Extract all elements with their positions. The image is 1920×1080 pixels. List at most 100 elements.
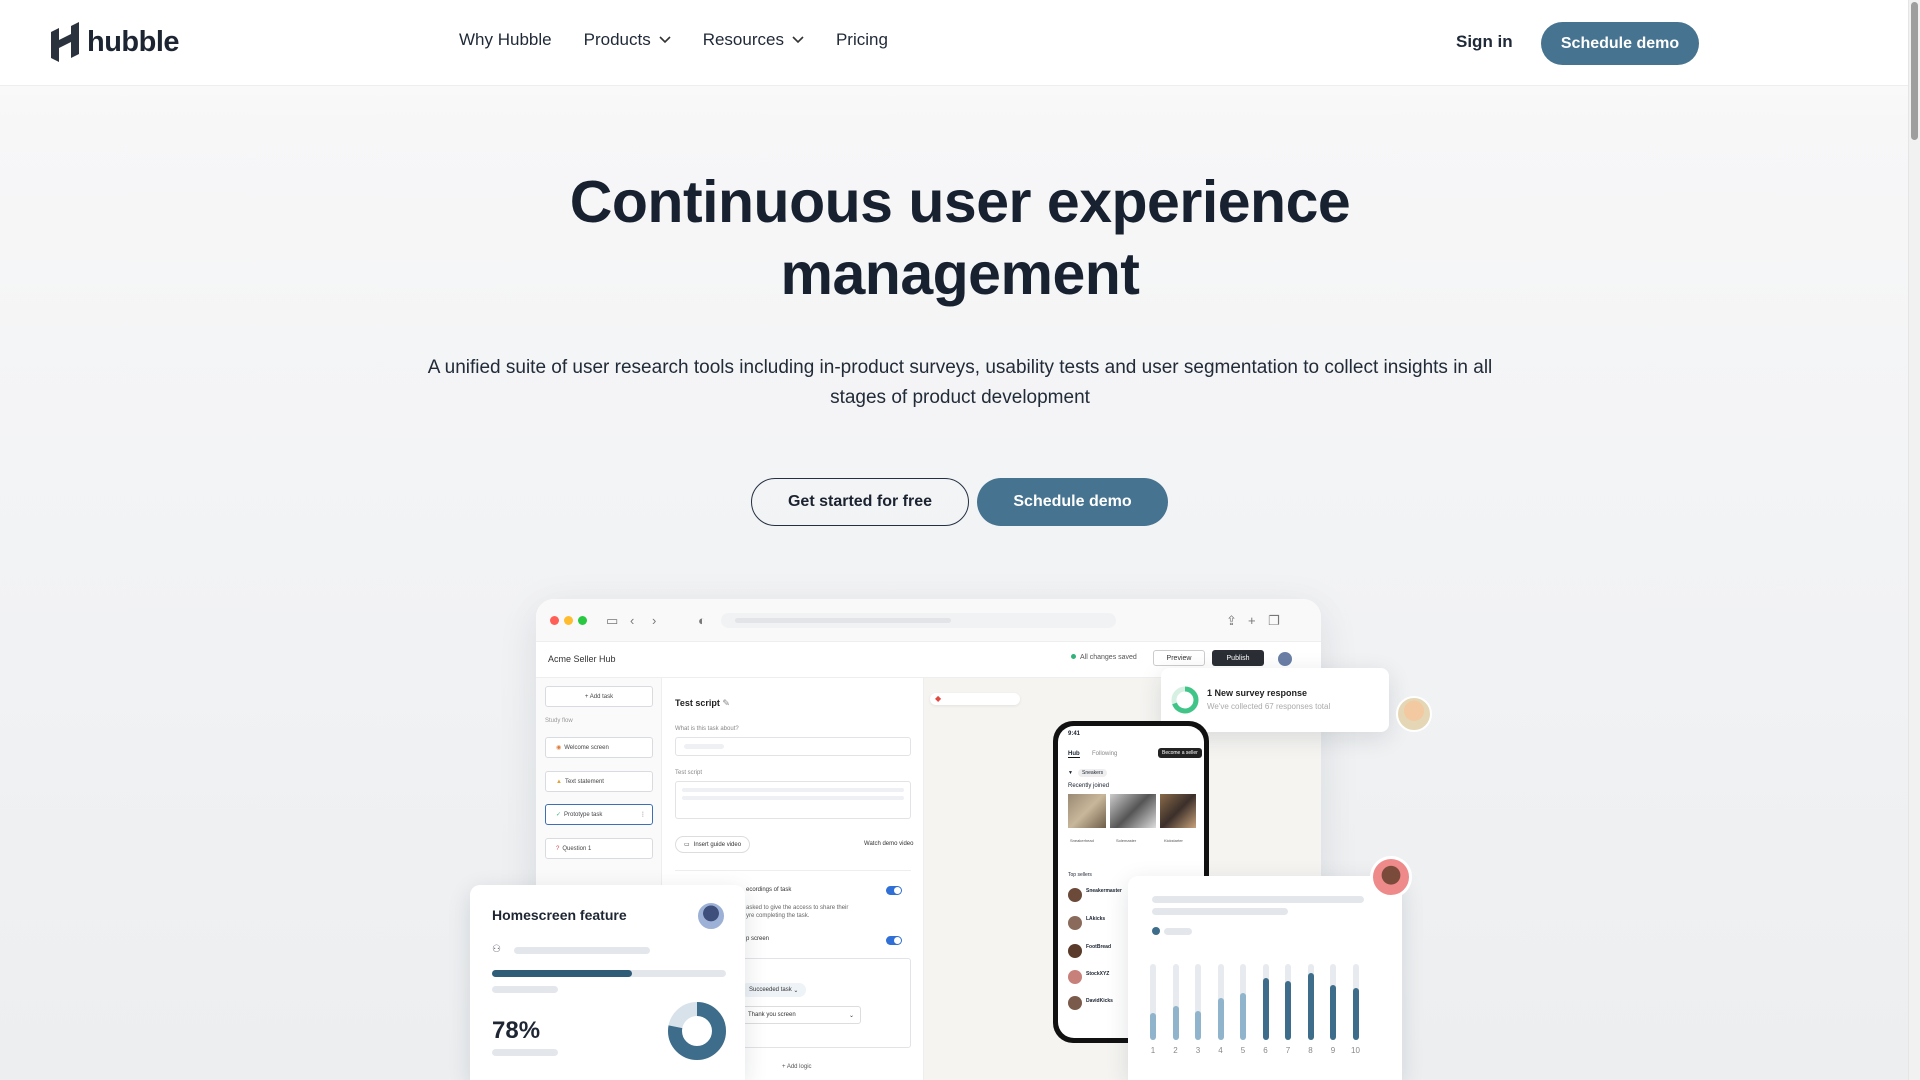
question-label: What is this task about? (675, 726, 739, 732)
joined-name: Solemaster (1116, 838, 1137, 843)
maximize-dot (578, 616, 587, 625)
become-seller-button: Become a seller (1158, 748, 1202, 758)
task-welcome-screen: ◉ Welcome screen (545, 737, 653, 758)
avatar (1396, 696, 1432, 732)
shield-icon: ◐ (698, 613, 706, 628)
seller-avatar (1068, 996, 1082, 1010)
hero-title-line2: management (780, 241, 1140, 307)
nav-pricing[interactable]: Pricing (836, 30, 888, 50)
watch-demo-link: Watch demo video (864, 841, 914, 847)
publish-button: Publish (1212, 650, 1264, 666)
feature-percent: 78% (492, 1017, 541, 1044)
phone-tab-hub: Hub (1068, 751, 1080, 758)
product-image (1160, 794, 1196, 828)
seller-avatar (1068, 916, 1082, 930)
recordings-text: ecordings of task (746, 887, 792, 893)
seller-name: Sneakermaster (1086, 888, 1122, 894)
task-prototype: ✓ Prototype task ⋮ (545, 804, 653, 825)
sign-in-link[interactable]: Sign in (1456, 32, 1513, 52)
x-tick-label: 6 (1263, 1046, 1268, 1055)
seller-name: LAkicks (1086, 916, 1106, 922)
preview-button: Preview (1153, 650, 1205, 666)
avatar (696, 901, 726, 931)
joined-name: Kickstarter (1164, 838, 1183, 843)
bar-5 (1240, 992, 1246, 1040)
feature-card-title: Homescreen feature (492, 907, 627, 923)
scrollbar-thumb[interactable] (1911, 2, 1918, 140)
bar-3 (1195, 1011, 1201, 1040)
editor-title: Test script ✎ (675, 698, 730, 708)
nav-why-hubble[interactable]: Why Hubble (459, 30, 552, 50)
x-tick-label: 1 (1150, 1046, 1156, 1055)
saved-status: All changes saved (1071, 654, 1137, 661)
bar-9 (1330, 985, 1336, 1040)
filter-chip: Sneakers (1078, 769, 1108, 777)
joined-name: Sneakerhead (1070, 838, 1094, 843)
response-ring-icon (1171, 686, 1199, 714)
close-dot (550, 616, 559, 625)
new-tab-icon: + (1248, 613, 1256, 628)
seller-name: DavidKicks (1086, 998, 1113, 1004)
nav-why-hubble-label: Why Hubble (459, 30, 552, 49)
nav-pricing-label: Pricing (835, 30, 888, 49)
recently-joined-label: Recently joined (1068, 783, 1110, 789)
add-task-button: + Add task (545, 686, 653, 707)
chevron-down-icon (792, 36, 804, 44)
nav-resources[interactable]: Resources (703, 30, 804, 50)
x-tick-label: 7 (1285, 1046, 1291, 1055)
x-tick-label: 9 (1330, 1046, 1336, 1055)
seller-avatar (1068, 888, 1082, 902)
top-nav: hubble Why Hubble Products Resources Pri… (0, 0, 1908, 86)
video-icon: ▭ (684, 842, 690, 848)
product-image (1110, 794, 1156, 828)
hero-title-line1: Continuous user experience (569, 169, 1351, 235)
progress-fill (492, 970, 633, 977)
scrollbar[interactable] (1908, 0, 1920, 1080)
seller-name: StockXYZ (1086, 971, 1110, 977)
chevron-down-icon (659, 36, 671, 44)
schedule-demo-button[interactable]: Schedule demo (977, 478, 1168, 526)
phone-tab-following: Following (1092, 751, 1118, 757)
x-tick-label: 4 (1218, 1046, 1223, 1055)
x-tick-label: 2 (1173, 1046, 1178, 1055)
logo[interactable]: hubble (51, 22, 180, 62)
get-started-button[interactable]: Get started for free (751, 478, 969, 526)
app-title: Acme Seller Hub (548, 654, 616, 664)
task-question-1: ? Question 1 (545, 838, 653, 859)
bar-1 (1150, 1013, 1156, 1040)
hero-subtitle: A unified suite of user research tools i… (427, 357, 1493, 408)
bar-2 (1172, 1005, 1179, 1040)
notification-subtitle: We've collected 67 responses total (1207, 702, 1331, 711)
screen-toggle (886, 936, 902, 945)
pencil-icon: ✎ (722, 698, 730, 708)
donut-chart (668, 1002, 726, 1060)
filter-icon: ▼ (1068, 770, 1073, 776)
question-input (675, 737, 911, 756)
task-text-statement: ▲ Text statement (545, 771, 653, 792)
bar-10 (1352, 988, 1359, 1040)
forward-icon: › (652, 613, 657, 628)
avatar (1276, 650, 1294, 668)
progress-track (492, 970, 726, 977)
browser-toolbar: ▭ ‹ › ◐ ⇪ + ❐ (536, 599, 1321, 642)
script-input (675, 781, 911, 819)
bar-7 (1285, 980, 1291, 1040)
users-icon: ⚇ (492, 944, 501, 955)
back-icon: ‹ (630, 613, 635, 628)
bar-6 (1262, 977, 1269, 1040)
x-tick-label: 10 (1351, 1046, 1360, 1055)
figma-bar: ◆ (930, 693, 1020, 705)
script-label: Test script (675, 770, 703, 776)
product-image (1068, 794, 1106, 828)
x-tick-label: 3 (1195, 1046, 1201, 1055)
share-icon: ⇪ (1226, 613, 1237, 628)
bar-4 (1217, 998, 1224, 1040)
feature-card: Homescreen feature ⚇ 78% (470, 885, 745, 1080)
nav-products[interactable]: Products (584, 30, 671, 50)
sidebar-icon: ▭ (606, 613, 619, 628)
seller-avatar (1068, 970, 1082, 984)
url-bar (721, 613, 1116, 628)
legend-dot (1152, 927, 1160, 935)
thank-you-select: Thank you screen ⌄ (741, 1006, 861, 1024)
schedule-demo-nav-button[interactable]: Schedule demo (1541, 22, 1699, 65)
